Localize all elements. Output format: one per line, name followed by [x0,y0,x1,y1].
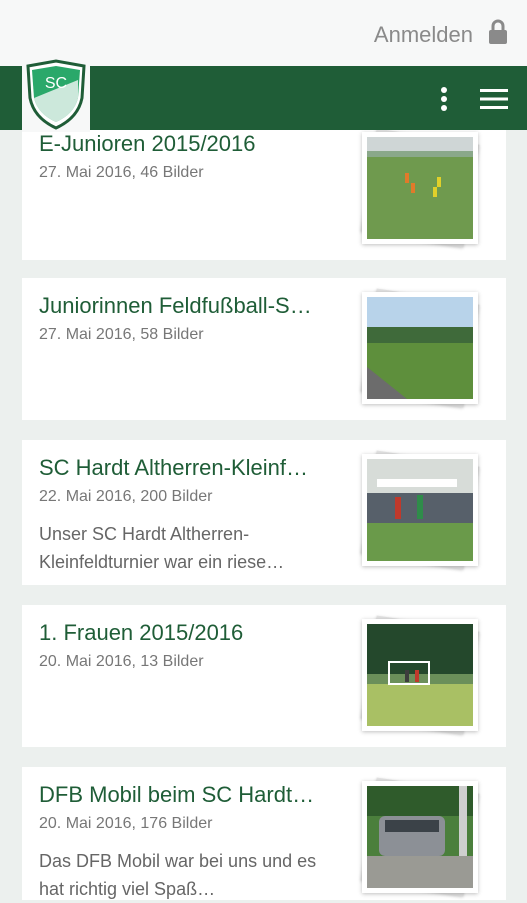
gallery-meta: 20. Mai 2016, 176 Bilder [39,815,213,832]
gallery-thumbnail [360,615,480,739]
more-vert-icon[interactable] [434,86,454,112]
gallery-description: Das DFB Mobil war bei uns und es hat ric… [39,851,317,899]
gallery-meta: 27. Mai 2016, 46 Bilder [39,164,204,181]
club-logo[interactable]: SC [22,58,90,132]
gallery-description: Unser SC Hardt Altherren-Kleinfeldturnie… [39,524,285,572]
gallery-title: DFB Mobil beim SC Hardt… [39,782,315,807]
gallery-card[interactable]: E-Junioren 2015/2016 27. Mai 2016, 46 Bi… [22,110,506,260]
gallery-list: E-Junioren 2015/2016 27. Mai 2016, 46 Bi… [0,0,527,900]
gallery-card[interactable]: SC Hardt Altherren-Kleinf… 22. Mai 2016,… [22,440,506,585]
menu-icon[interactable] [478,86,510,112]
gallery-card[interactable]: DFB Mobil beim SC Hardt… 20. Mai 2016, 1… [22,767,506,900]
logo-text: SC [45,75,67,92]
gallery-meta: 27. Mai 2016, 58 Bilder [39,326,204,343]
gallery-title: SC Hardt Altherren-Kleinf… [39,455,308,480]
gallery-title: E-Junioren 2015/2016 [39,131,256,156]
gallery-thumbnail [360,288,480,412]
gallery-thumbnail [360,450,480,574]
gallery-thumbnail [360,777,480,901]
gallery-title: Juniorinnen Feldfußball-S… [39,293,312,318]
gallery-card[interactable]: Juniorinnen Feldfußball-S… 27. Mai 2016,… [22,278,506,420]
gallery-meta: 22. Mai 2016, 200 Bilder [39,488,213,505]
gallery-meta: 20. Mai 2016, 13 Bilder [39,653,204,670]
gallery-title: 1. Frauen 2015/2016 [39,620,244,645]
gallery-thumbnail [360,128,480,252]
gallery-card[interactable]: 1. Frauen 2015/2016 20. Mai 2016, 13 Bil… [22,605,506,747]
